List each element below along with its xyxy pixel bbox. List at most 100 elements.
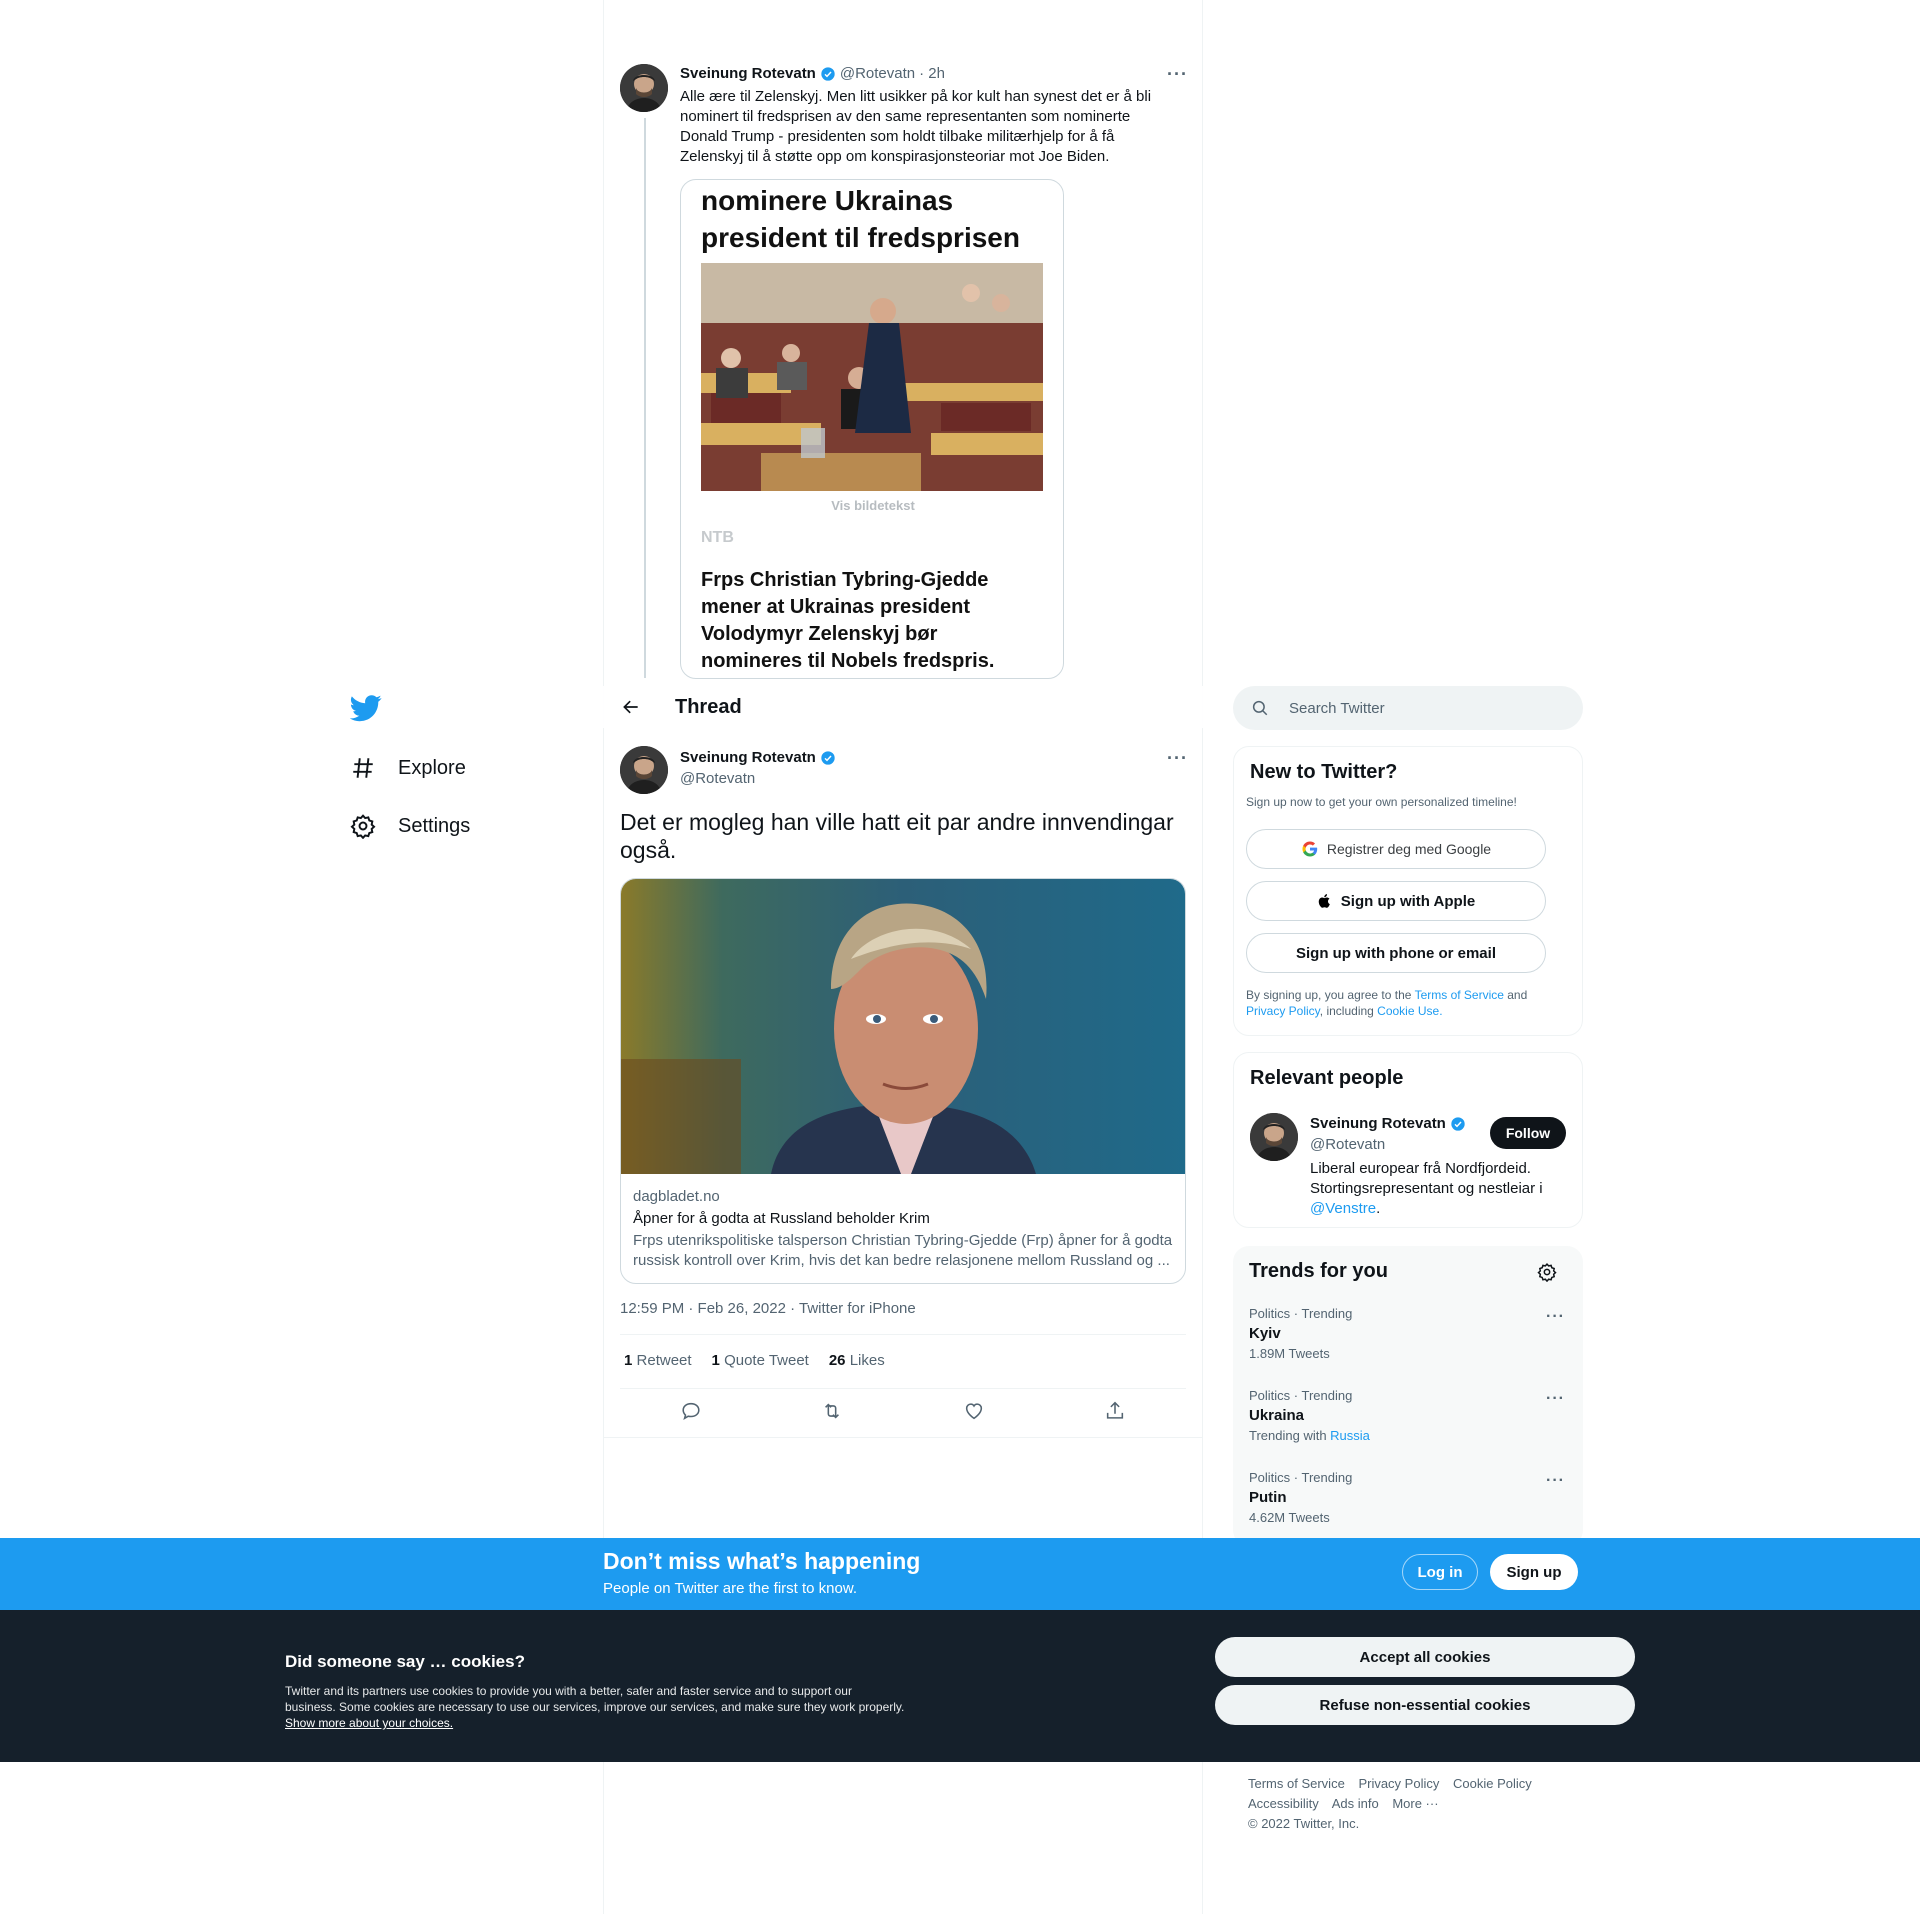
gear-icon[interactable] xyxy=(1537,1262,1557,1282)
tweet-stats: 1 Retweet 1 Quote Tweet 26 Likes xyxy=(624,1352,885,1369)
footer-copyright: © 2022 Twitter, Inc. xyxy=(1248,1816,1360,1831)
image-headline: nominere Ukrainas president til fredspri… xyxy=(701,185,1020,253)
apple-icon xyxy=(1318,894,1330,908)
tweet-meta[interactable]: 12:59 PM · Feb 26, 2022 · Twitter for iP… xyxy=(620,1300,916,1317)
trend-item[interactable]: Politics · Trending Ukraina Trending wit… xyxy=(1249,1388,1565,1443)
avatar[interactable] xyxy=(620,64,668,112)
reply-icon[interactable] xyxy=(680,1400,702,1422)
footer-more-link[interactable]: More ··· xyxy=(1392,1796,1438,1811)
divider xyxy=(603,1437,1203,1438)
apple-signup-label: Sign up with Apple xyxy=(1340,892,1476,910)
relevant-people-panel: Relevant people Sveinung Rotevatn @Rotev… xyxy=(1233,1052,1583,1228)
gear-icon xyxy=(350,814,376,839)
search-bar[interactable]: Search Twitter xyxy=(1233,686,1583,730)
avatar[interactable] xyxy=(1250,1113,1298,1161)
footer-privacy-link[interactable]: Privacy Policy xyxy=(1358,1776,1439,1791)
google-signup-button[interactable]: Registrer deg med Google xyxy=(1246,829,1546,869)
author-name[interactable]: Sveinung Rotevatn xyxy=(680,65,816,82)
image-source: NTB xyxy=(701,529,734,546)
banner-title: Don’t miss what’s happening xyxy=(603,1548,921,1574)
footer-ads-link[interactable]: Ads info xyxy=(1332,1796,1379,1811)
google-signup-label: Registrer deg med Google xyxy=(1326,841,1492,857)
link-preview-card[interactable]: dagbladet.no Åpner for å godta at Russla… xyxy=(620,878,1186,1284)
avatar[interactable] xyxy=(620,746,668,794)
person-handle[interactable]: @Rotevatn xyxy=(1310,1136,1385,1153)
trend-link[interactable]: Russia xyxy=(1330,1428,1370,1443)
signup-banner: Don’t miss what’s happening People on Tw… xyxy=(0,1538,1920,1610)
thread-connector-line xyxy=(644,118,646,678)
footer-cookie-link[interactable]: Cookie Policy xyxy=(1453,1776,1532,1791)
footer-terms-link[interactable]: Terms of Service xyxy=(1248,1776,1345,1791)
thread-header: Thread xyxy=(603,686,1203,728)
tweet-text: Det er mogleg han ville hatt eit par and… xyxy=(620,809,1174,863)
accept-cookies-button[interactable]: Accept all cookies xyxy=(1215,1637,1635,1677)
more-options-icon[interactable]: ··· xyxy=(1167,748,1188,769)
nav-explore[interactable]: Explore xyxy=(350,751,466,785)
link-domain: dagbladet.no xyxy=(633,1188,720,1205)
cookie-text: Twitter and its partners use cookies to … xyxy=(285,1684,905,1730)
tweet-text: Alle ære til Zelenskyj. Men litt usikker… xyxy=(680,88,1152,165)
search-icon xyxy=(1252,700,1268,716)
page-title: Thread xyxy=(675,695,742,718)
more-options-icon[interactable]: ··· xyxy=(1167,64,1188,85)
twitter-logo-icon[interactable] xyxy=(349,692,382,724)
phone-email-signup-button[interactable]: Sign up with phone or email xyxy=(1246,933,1546,973)
footer-links: Terms of Service Privacy Policy Cookie P… xyxy=(1248,1774,1568,1834)
image-lead: Frps Christian Tybring-Gjedde mener at U… xyxy=(701,569,995,672)
cookie-title: Did someone say … cookies? xyxy=(285,1652,525,1671)
apple-signup-button[interactable]: Sign up with Apple xyxy=(1246,881,1546,921)
tweet-image[interactable]: nominere Ukrainas president til fredspri… xyxy=(680,179,1064,679)
nav-explore-label: Explore xyxy=(398,756,466,779)
verified-badge-icon xyxy=(821,66,835,81)
banner-subtitle: People on Twitter are the first to know. xyxy=(603,1580,858,1597)
like-heart-icon[interactable] xyxy=(963,1400,985,1422)
more-options-icon[interactable]: ··· xyxy=(1546,1308,1565,1326)
terms-text: By signing up, you agree to the Terms of… xyxy=(1246,988,1528,1018)
login-button[interactable]: Log in xyxy=(1402,1554,1478,1590)
panel-subtitle: Sign up now to get your own personalized… xyxy=(1246,795,1517,809)
panel-title: Trends for you xyxy=(1249,1260,1388,1282)
tweet-time[interactable]: · 2h xyxy=(919,65,945,82)
signup-button[interactable]: Sign up xyxy=(1490,1554,1578,1590)
divider xyxy=(620,1334,1186,1335)
person-name[interactable]: Sveinung Rotevatn xyxy=(1310,1115,1446,1132)
terms-link[interactable]: Terms of Service xyxy=(1415,988,1504,1002)
google-icon xyxy=(1302,841,1318,857)
verified-badge-icon xyxy=(821,750,835,765)
privacy-link[interactable]: Privacy Policy xyxy=(1246,1004,1320,1018)
new-to-twitter-panel: New to Twitter? Sign up now to get your … xyxy=(1233,746,1583,1036)
cookie-consent-bar: Did someone say … cookies? Twitter and i… xyxy=(0,1610,1920,1762)
venstre-link[interactable]: @Venstre xyxy=(1310,1200,1376,1217)
quotes-stat[interactable]: 1 Quote Tweet xyxy=(712,1352,809,1369)
parliament-photo xyxy=(701,263,1043,491)
back-arrow-icon[interactable] xyxy=(621,697,641,717)
nav-settings[interactable]: Settings xyxy=(350,809,470,843)
retweet-icon[interactable] xyxy=(821,1400,843,1422)
more-options-icon[interactable]: ··· xyxy=(1546,1390,1565,1408)
search-input[interactable]: Search Twitter xyxy=(1289,700,1385,717)
more-options-icon[interactable]: ··· xyxy=(1546,1472,1565,1490)
trend-item[interactable]: Politics · Trending Putin 4.62M Tweets ·… xyxy=(1249,1470,1565,1525)
retweets-stat[interactable]: 1 Retweet xyxy=(624,1352,692,1369)
trend-item[interactable]: Politics · Trending Kyiv 1.89M Tweets ··… xyxy=(1249,1306,1565,1361)
cookie-use-link[interactable]: Cookie Use. xyxy=(1377,1004,1442,1018)
follow-button[interactable]: Follow xyxy=(1490,1117,1566,1149)
author-name[interactable]: Sveinung Rotevatn xyxy=(680,749,816,766)
likes-stat[interactable]: 26 Likes xyxy=(829,1352,885,1369)
link-preview-photo xyxy=(621,879,1185,1174)
verified-badge-icon xyxy=(1451,1116,1465,1131)
cookie-choices-link[interactable]: Show more about your choices. xyxy=(285,1716,453,1730)
share-icon[interactable] xyxy=(1104,1400,1126,1422)
link-description: Frps utenrikspolitiske talsperson Christ… xyxy=(633,1232,1173,1269)
person-name-row: Sveinung Rotevatn xyxy=(1310,1115,1466,1132)
divider xyxy=(620,1388,1186,1389)
footer-accessibility-link[interactable]: Accessibility xyxy=(1248,1796,1319,1811)
author-handle[interactable]: @Rotevatn xyxy=(840,65,915,82)
author-handle[interactable]: @Rotevatn xyxy=(680,770,755,787)
panel-title: New to Twitter? xyxy=(1250,761,1398,783)
tweet-author-row: Sveinung Rotevatn @Rotevatn · 2h xyxy=(680,65,945,82)
refuse-cookies-button[interactable]: Refuse non-essential cookies xyxy=(1215,1685,1635,1725)
trends-panel: Trends for you Politics · Trending Kyiv … xyxy=(1233,1246,1583,1546)
tweet-author-row: Sveinung Rotevatn xyxy=(680,749,836,766)
phone-signup-label: Sign up with phone or email xyxy=(1295,944,1496,962)
